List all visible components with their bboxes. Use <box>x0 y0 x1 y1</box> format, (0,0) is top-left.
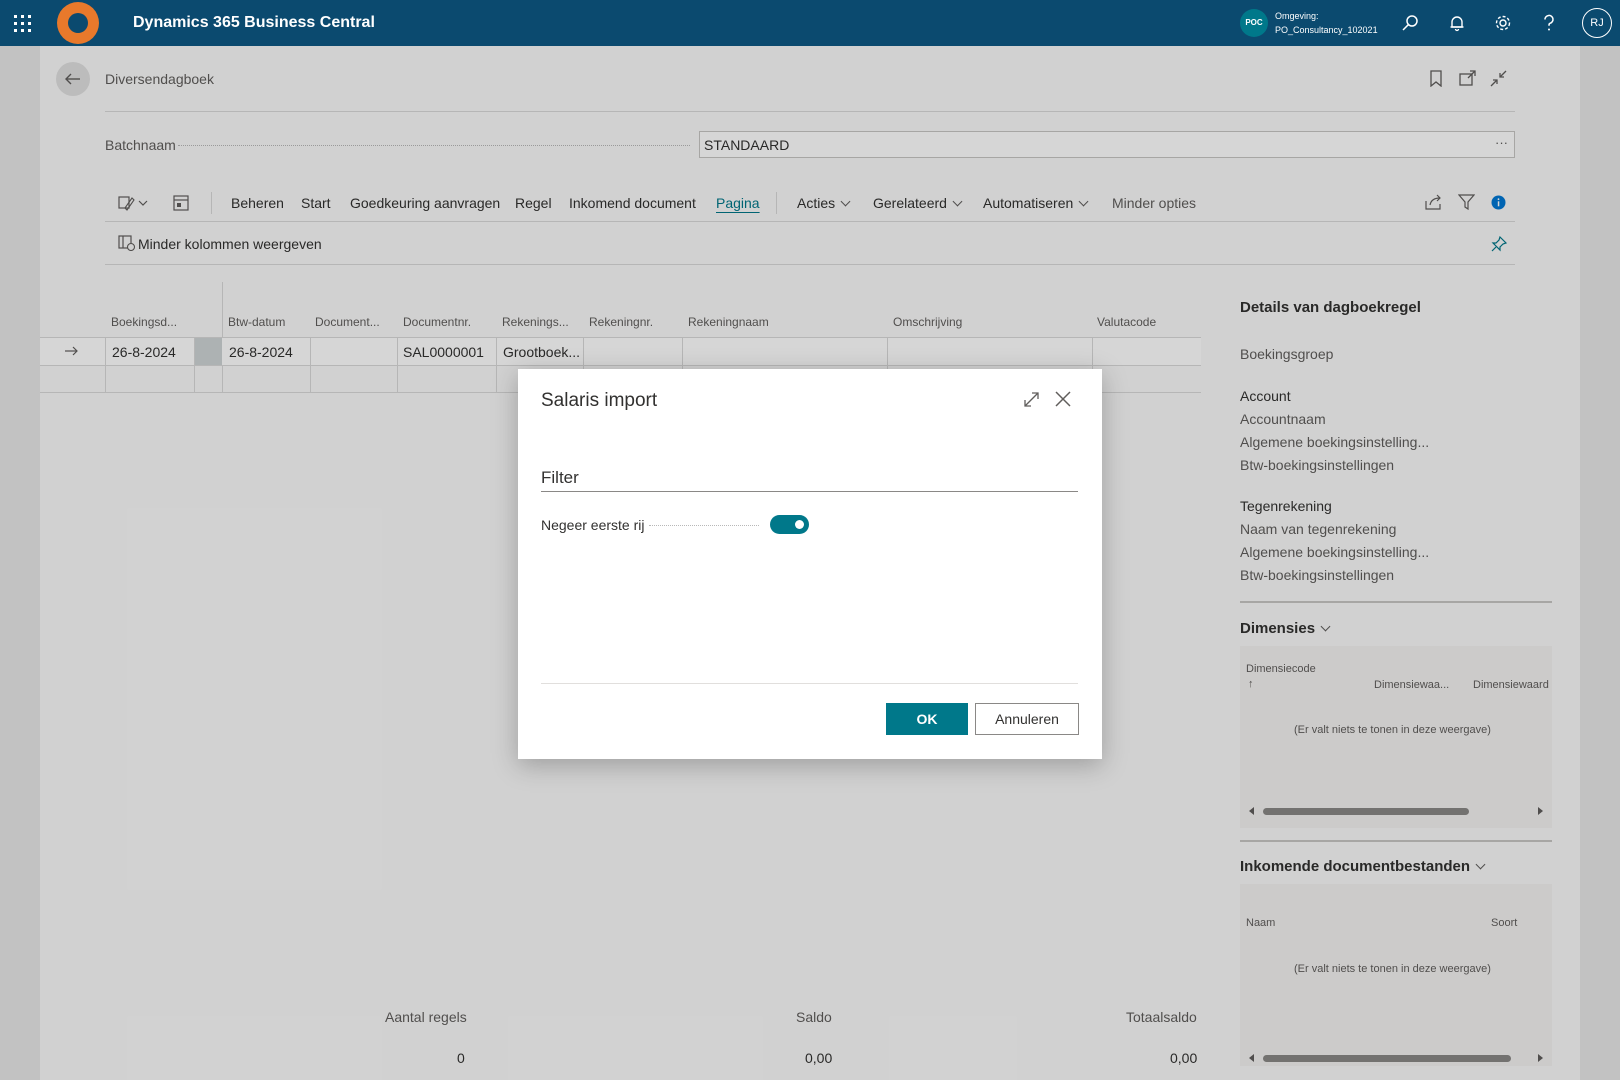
waffle-icon[interactable] <box>14 15 31 32</box>
bell-icon[interactable] <box>1448 14 1466 32</box>
environment-badge[interactable]: POC <box>1240 9 1268 37</box>
cancel-button-label: Annuleren <box>995 711 1059 727</box>
avatar-initials: RJ <box>1590 17 1604 29</box>
ok-button-label: OK <box>916 711 938 727</box>
logo-icon <box>57 2 99 44</box>
toggle-knob <box>795 520 804 529</box>
negeer-eerste-rij-toggle[interactable] <box>770 515 809 534</box>
close-icon[interactable] <box>1054 390 1072 408</box>
filter-section-line <box>541 491 1078 492</box>
gear-icon[interactable] <box>1494 14 1512 32</box>
top-bar: Dynamics 365 Business Central POC Omgevi… <box>0 0 1620 46</box>
ok-button[interactable]: OK <box>886 703 968 735</box>
negeer-eerste-rij-label: Negeer eerste rij <box>541 517 645 533</box>
filter-section-title: Filter <box>541 468 579 487</box>
salaris-import-dialog: Salaris import Filter Negeer eerste rij … <box>518 369 1102 759</box>
dialog-title: Salaris import <box>541 390 658 411</box>
dialog-footer-line <box>541 683 1078 684</box>
cancel-button[interactable]: Annuleren <box>975 703 1079 735</box>
environment-badge-text: POC <box>1245 18 1263 27</box>
search-icon[interactable] <box>1401 14 1419 32</box>
avatar[interactable]: RJ <box>1582 8 1612 38</box>
help-icon[interactable] <box>1541 14 1557 32</box>
environment-label: Omgeving: <box>1275 11 1319 21</box>
environment-name: PO_Consultancy_102021 <box>1275 25 1378 35</box>
expand-icon[interactable] <box>1023 391 1040 408</box>
app-title[interactable]: Dynamics 365 Business Central <box>133 14 375 32</box>
toggle-dotted-leader <box>649 525 759 526</box>
